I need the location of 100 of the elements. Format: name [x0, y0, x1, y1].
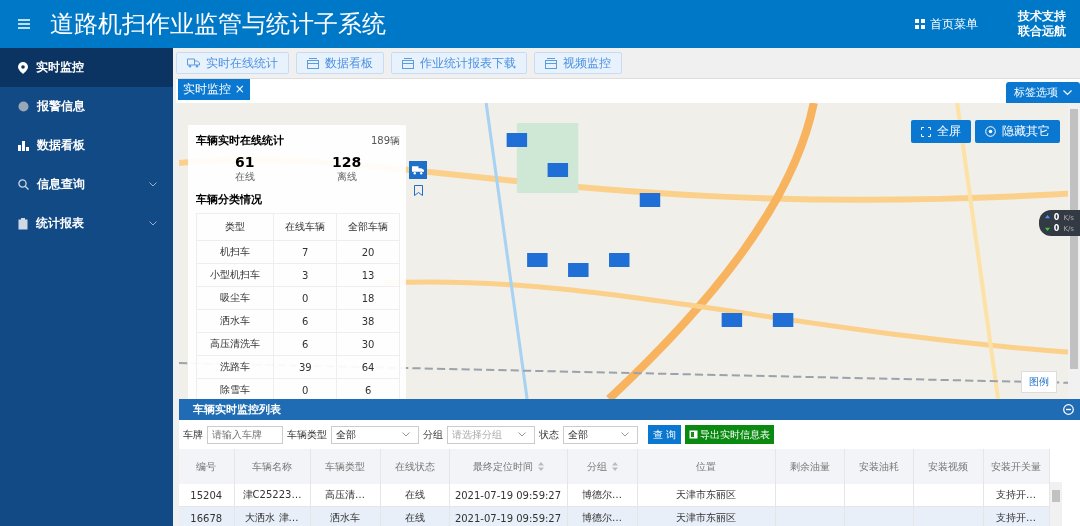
- chevron-down-icon: [518, 432, 526, 437]
- column-header[interactable]: 分组: [567, 449, 637, 484]
- table-cell: 支持开…: [996, 489, 1036, 500]
- box-icon: [307, 57, 319, 69]
- table-cell: 30: [336, 332, 400, 356]
- table-cell: 博德尔…: [582, 489, 622, 500]
- table-row[interactable]: 16678 大洒水 津… 洒水车 在线 2021-07-19 09:59:27 博德尔… 天津市东丽区 支持开…: [179, 506, 1049, 526]
- home-menu-button[interactable]: 首页菜单: [909, 14, 984, 34]
- total-count: 189辆: [370, 133, 400, 148]
- offline-label: 离线: [336, 170, 357, 184]
- sidebar-item[interactable]: 统计报表: [0, 204, 173, 243]
- sidebar-item[interactable]: 报警信息: [0, 87, 173, 126]
- table-cell: 7: [273, 240, 337, 264]
- table-cell: 洗路车: [196, 355, 274, 379]
- table-cell: 在线: [404, 512, 425, 523]
- online-count: 61: [234, 154, 255, 170]
- app-title: 道路机扫作业监管与统计子系统: [50, 9, 386, 40]
- toolbar-button[interactable]: 数据看板: [296, 52, 384, 74]
- table-cell: 6: [273, 309, 337, 333]
- table-cell: 18: [336, 286, 400, 310]
- table-cell: 2021-07-19 09:59:27: [454, 489, 562, 501]
- chevron-down-icon: [621, 432, 629, 437]
- table-cell: 15204: [190, 489, 223, 501]
- bar-chart-icon: [18, 140, 29, 151]
- legend-button[interactable]: 图例: [1021, 371, 1057, 393]
- table-row[interactable]: 15204 津C25223… 高压清… 在线 2021-07-19 09:59:27 博德尔… 天津市东丽区 支持开…: [179, 484, 1049, 507]
- table-cell: 天津市东丽区: [676, 489, 736, 500]
- download-speed: 0: [1053, 224, 1060, 233]
- table-cell: 在线: [404, 489, 425, 500]
- table-cell: 39: [273, 355, 337, 379]
- table-cell: 洒水车: [330, 512, 360, 523]
- column-header[interactable]: 剩余油量: [775, 449, 844, 484]
- sidebar-item[interactable]: 数据看板: [0, 126, 173, 165]
- fullscreen-button[interactable]: 全屏: [911, 120, 971, 143]
- table-cell: 2021-07-19 09:59:27: [454, 512, 562, 524]
- sort-icon: [537, 462, 544, 471]
- status-select[interactable]: 全部: [563, 425, 638, 444]
- truck-icon: [412, 165, 424, 175]
- section-title: 车辆分类情况: [196, 192, 263, 207]
- collapse-icon[interactable]: [1063, 404, 1074, 415]
- bookmark-icon[interactable]: [413, 185, 423, 196]
- column-header[interactable]: 安装开关量: [983, 449, 1049, 484]
- support-text: 技术支持: [1018, 9, 1066, 24]
- spreadsheet-icon: [689, 430, 699, 439]
- hide-others-button[interactable]: 隐藏其它: [975, 120, 1060, 143]
- column-header: 全部车辆: [336, 213, 400, 241]
- offline-count: 128: [332, 154, 362, 170]
- page-tab[interactable]: 实时监控 ×: [178, 79, 250, 100]
- list-title: 车辆实时监控列表: [193, 402, 281, 417]
- clipboard-icon: [18, 217, 28, 230]
- table-cell: 64: [336, 355, 400, 379]
- group-select[interactable]: 请选择分组: [447, 425, 535, 444]
- column-header[interactable]: 位置: [637, 449, 775, 484]
- table-cell: 洒水车: [196, 309, 274, 333]
- sort-icon: [611, 462, 618, 471]
- table-cell: 高压清…: [325, 489, 365, 500]
- export-button[interactable]: 导出实时信息表: [685, 425, 775, 444]
- table-cell: 天津市东丽区: [676, 512, 736, 523]
- online-label: 在线: [234, 170, 255, 184]
- chevron-down-icon: [149, 182, 157, 187]
- column-header[interactable]: 最终定位时间: [449, 449, 567, 484]
- vehicle-button[interactable]: [409, 161, 427, 179]
- upload-speed: 0: [1053, 213, 1060, 222]
- truck-icon: [187, 58, 200, 68]
- query-button[interactable]: 查 询: [648, 425, 682, 444]
- panel-title: 车辆实时在线统计: [196, 133, 284, 148]
- column-header[interactable]: 车辆名称: [234, 449, 310, 484]
- table-cell: 高压清洗车: [196, 332, 274, 356]
- menu-icon[interactable]: [18, 19, 30, 29]
- tag-options-button[interactable]: 标签选项: [1006, 82, 1080, 103]
- table-cell: 20: [336, 240, 400, 264]
- toolbar-button[interactable]: 实时在线统计: [176, 52, 289, 74]
- plate-input[interactable]: 请输入车牌: [207, 425, 283, 444]
- circle-dot-icon: [985, 126, 996, 137]
- table-cell: 13: [336, 263, 400, 287]
- box-icon: [545, 57, 557, 69]
- column-header[interactable]: 安装油耗: [844, 449, 913, 484]
- sidebar-item[interactable]: 信息查询: [0, 165, 173, 204]
- toolbar-button[interactable]: 视频监控: [534, 52, 622, 74]
- circle-icon: [18, 101, 29, 112]
- chevron-down-icon: [1063, 89, 1072, 96]
- table-cell: 机扫车: [196, 240, 274, 264]
- chevron-down-icon: [402, 432, 410, 437]
- location-pin-icon: [18, 61, 28, 74]
- column-header[interactable]: 安装视频: [913, 449, 983, 484]
- type-select[interactable]: 全部: [331, 425, 419, 444]
- column-header: 在线车辆: [273, 213, 337, 241]
- column-header[interactable]: 在线状态: [380, 449, 449, 484]
- toolbar-button[interactable]: 作业统计报表下载: [391, 52, 527, 74]
- column-header[interactable]: 编号: [179, 449, 234, 484]
- table-cell: 大洒水 津…: [245, 512, 299, 523]
- table-cell: 支持开…: [996, 512, 1036, 523]
- sidebar-item[interactable]: 实时监控: [0, 48, 173, 87]
- column-header: 类型: [196, 213, 274, 241]
- close-icon[interactable]: ×: [234, 82, 245, 96]
- plate-label: 车牌: [183, 427, 203, 442]
- grid-icon: [915, 19, 925, 29]
- column-header[interactable]: 车辆类型: [310, 449, 380, 484]
- box-icon: [402, 57, 414, 69]
- table-cell: 16678: [190, 512, 223, 524]
